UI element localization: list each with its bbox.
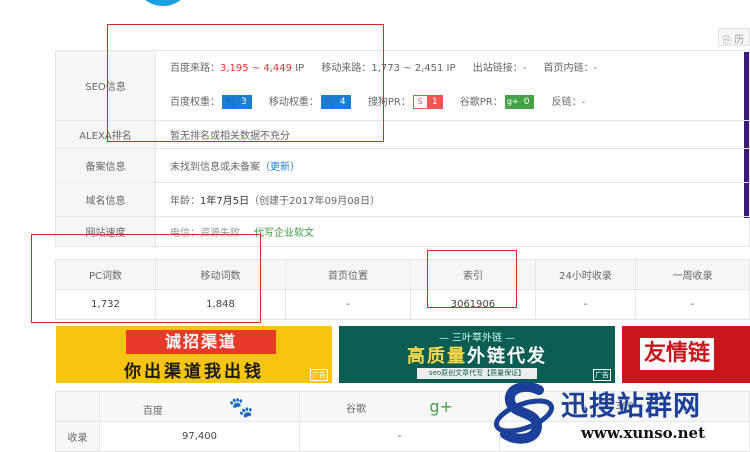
google-pr-badge[interactable]: g+ 0	[504, 94, 535, 109]
banner-friend-links[interactable]: 友情链	[622, 326, 750, 383]
history-button[interactable]: ⎘ 历	[718, 28, 750, 46]
annotation-box-seo	[107, 24, 384, 142]
stats-header-home-pos: 首页位置	[285, 259, 411, 290]
stats-week-value: -	[635, 289, 750, 320]
domain-label: 域名信息	[55, 182, 156, 217]
rank-google-value: -	[299, 421, 500, 452]
google-plus-icon: g+	[505, 95, 520, 108]
rank-baidu-value[interactable]: 97,400	[99, 421, 300, 452]
rank-row-label: 收录	[55, 421, 100, 452]
domain-created: （创建于2017年09月08日）	[249, 196, 380, 207]
icp-update-link[interactable]: 更新	[270, 162, 290, 173]
sogou-icon: S	[413, 95, 428, 108]
speed-ad-link[interactable]: 代写企业软文	[254, 228, 314, 239]
stats-home-pos-value: -	[285, 289, 411, 320]
banner-channel-recruit[interactable]: 诚招渠道 你出渠道我出钱 广告	[56, 326, 332, 383]
stats-header-week: 一周收录	[635, 259, 750, 290]
watermark: 迅搜站群网 www.xunso.net	[493, 378, 748, 451]
stats-header-24h: 24小时收录	[535, 259, 636, 290]
rank-header-baidu: 百度 🐾	[99, 391, 300, 422]
baidu-paw-icon: 🐾	[228, 394, 254, 419]
icp-value: 未找到信息或未备案	[170, 162, 260, 173]
annotation-box-word-count	[31, 234, 261, 323]
icp-label: 备案信息	[55, 148, 156, 183]
xunso-logo-icon	[493, 381, 555, 444]
rank-header-google: 谷歌 g+	[299, 391, 500, 422]
sogou-pr-badge[interactable]: S1	[412, 94, 443, 109]
icp-row: 备案信息 未找到信息或未备案（更新）	[55, 148, 750, 183]
banner-backlinks[interactable]: — 三叶草外链 — 高质量外链代发 seo原创文章代写【质量保证】 广告	[339, 326, 615, 383]
stats-24h-value: -	[535, 289, 636, 320]
watermark-name: 迅搜站群网	[561, 391, 701, 422]
history-icon: ⎘	[723, 35, 731, 46]
annotation-box-index	[427, 250, 517, 308]
google-plus-icon: g+	[429, 397, 453, 416]
domain-age: 1年7月5日	[200, 196, 250, 207]
watermark-url: www.xunso.net	[581, 424, 705, 442]
site-logo	[140, 0, 186, 6]
domain-row: 域名信息 年龄：1年7月5日（创建于2017年09月08日）	[55, 182, 750, 217]
